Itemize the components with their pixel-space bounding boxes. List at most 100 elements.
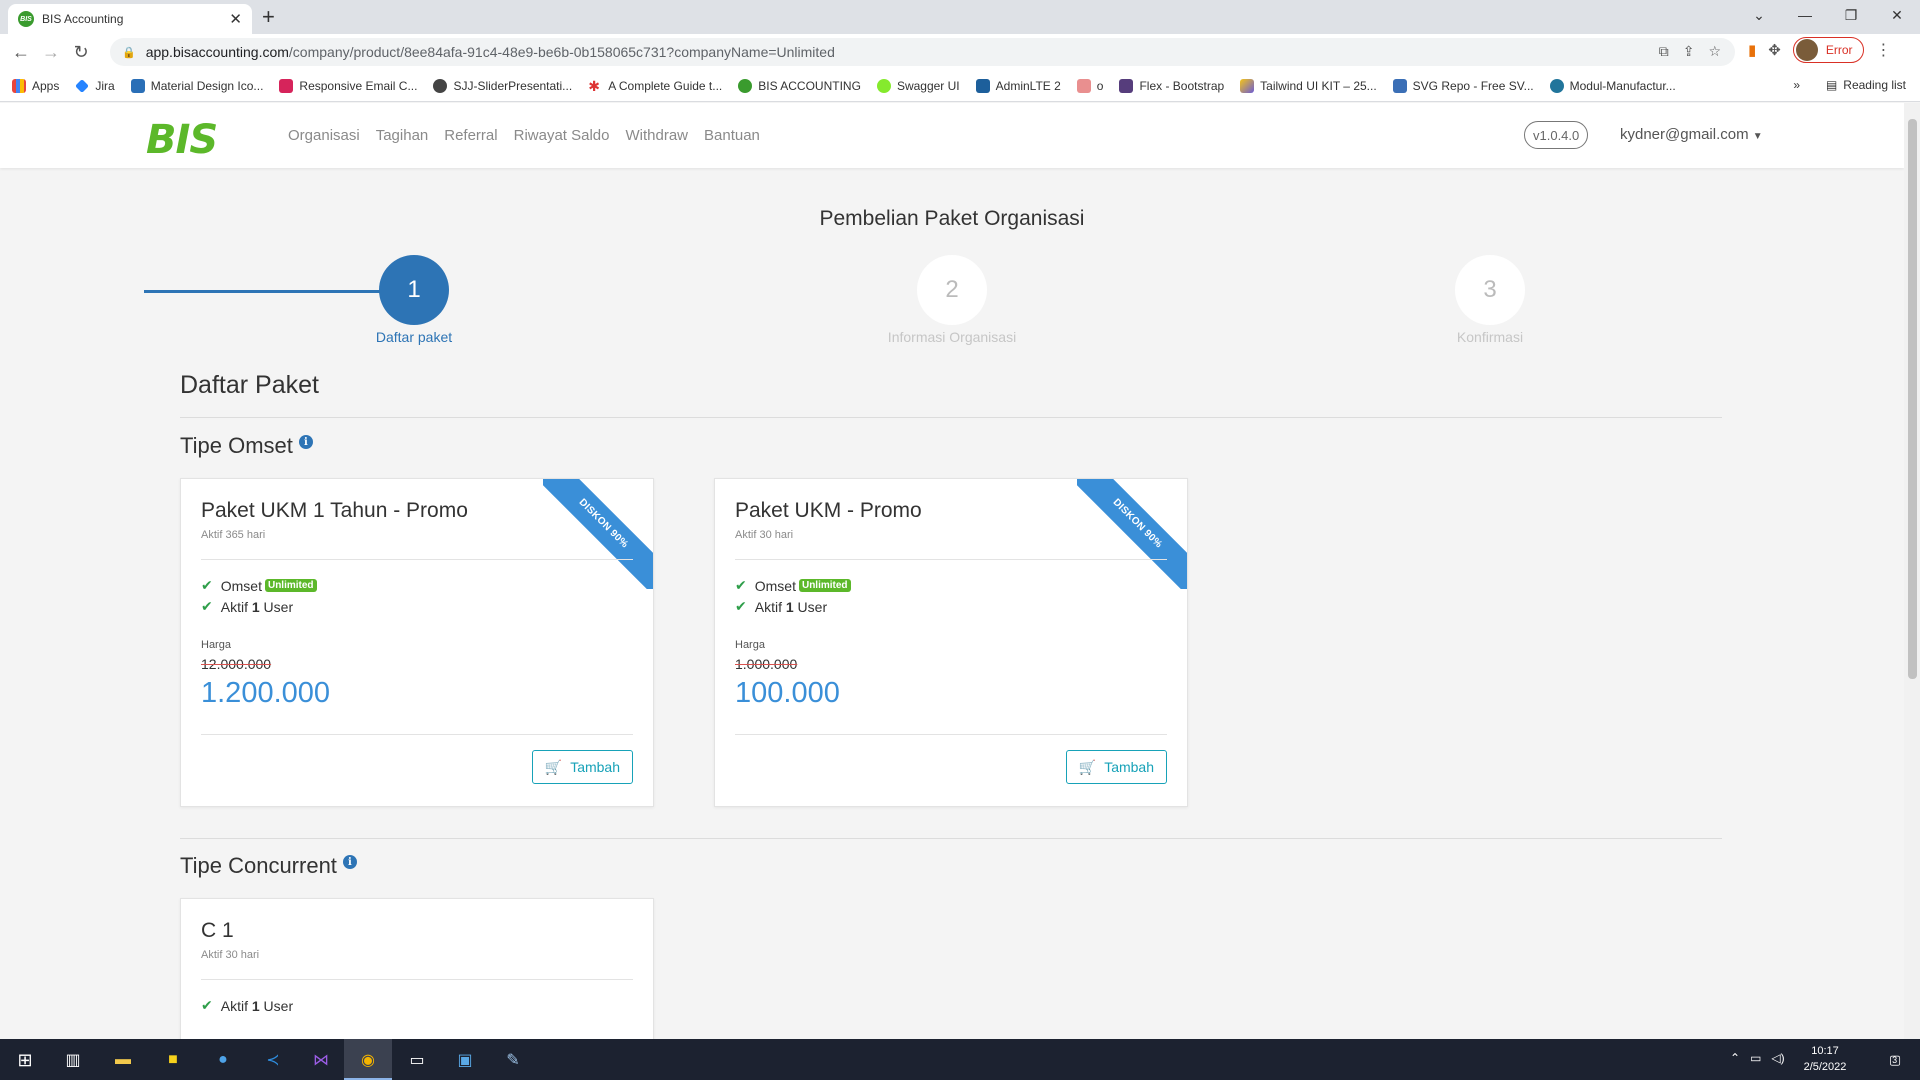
notification-center-icon[interactable]: ▢ 3	[1880, 1047, 1906, 1073]
section-title: Daftar Paket	[180, 371, 319, 399]
visual-studio-icon[interactable]: ⋈	[308, 1047, 334, 1073]
more-menu-icon[interactable]: ⋮	[1876, 40, 1892, 60]
asterisk-icon: ✱	[588, 77, 600, 94]
tab-search-icon[interactable]: ⌄	[1736, 0, 1782, 30]
menu-tagihan[interactable]: Tagihan	[376, 127, 429, 144]
stepper: 1 Daftar paket 2 Informasi Organisasi 3 …	[144, 253, 1525, 345]
bookmark-slider[interactable]: SJJ-SliderPresentati...	[433, 78, 572, 93]
info-icon[interactable]: i	[298, 435, 313, 449]
omset-heading: Tipe Omset i	[180, 433, 313, 459]
caret-down-icon: ▼	[1752, 131, 1763, 142]
browser-tab[interactable]: BIS BIS Accounting ✕	[8, 4, 252, 34]
bookmark-swagger[interactable]: Swagger UI	[876, 78, 960, 93]
package-duration: Aktif 30 hari	[201, 949, 260, 961]
bis-logo[interactable]: BIS	[146, 117, 218, 163]
lock-icon[interactable]: 🔒	[122, 46, 136, 59]
network-icon[interactable]: ▭	[1750, 1051, 1761, 1065]
clock-date: 2/5/2022	[1803, 1061, 1847, 1073]
page-scrollbar[interactable]	[1904, 103, 1920, 1039]
menu-riwayat-saldo[interactable]: Riwayat Saldo	[514, 127, 610, 144]
feature-omset: ✔ Omset Unlimited	[735, 577, 851, 594]
check-icon: ✔	[735, 598, 747, 614]
info-icon[interactable]: i	[342, 855, 357, 869]
bookmark-material-design[interactable]: Material Design Ico...	[130, 78, 263, 93]
feature-user: ✔ Aktif 1 User	[735, 598, 828, 615]
address-bar[interactable]: 🔒 app.bisaccounting.com/company/product/…	[110, 38, 1735, 66]
clock-time: 10:17	[1811, 1045, 1839, 1057]
step-1: 1 Daftar paket	[376, 255, 452, 345]
price-label: Harga	[735, 639, 765, 651]
package-duration: Aktif 30 hari	[735, 529, 794, 541]
package-card: DISKON 90% Paket UKM - Promo Aktif 30 ha…	[714, 478, 1188, 807]
package-name: Paket UKM - Promo	[735, 499, 922, 522]
reading-list-button[interactable]: ▤ Reading list	[1826, 78, 1906, 92]
share-icon[interactable]: ⇪	[1683, 43, 1695, 60]
bookmark-complete-guide[interactable]: ✱ A Complete Guide t...	[588, 79, 722, 93]
extensions-puzzle-icon[interactable]: ✥	[1768, 41, 1781, 59]
paint-icon[interactable]: ✎	[500, 1047, 526, 1073]
tailwind-icon	[1240, 78, 1255, 93]
open-in-app-icon[interactable]: ⧉	[1659, 43, 1669, 60]
add-button[interactable]: 🛒 Tambah	[531, 750, 633, 784]
old-price: 12.000.000	[201, 656, 272, 672]
reload-icon[interactable]: ↻	[66, 37, 96, 67]
file-explorer-icon[interactable]: ▬	[110, 1047, 136, 1073]
section-divider	[180, 417, 1722, 418]
forward-icon[interactable]: →	[36, 37, 66, 67]
bootstrap-icon	[1119, 78, 1134, 93]
extension-icon[interactable]: ▮	[1748, 41, 1756, 59]
bookmark-jira[interactable]: Jira	[75, 79, 115, 93]
close-window-icon[interactable]: ✕	[1874, 0, 1920, 30]
sticky-notes-icon[interactable]: ■	[160, 1047, 186, 1073]
show-hidden-icons-icon[interactable]: ⌃	[1730, 1051, 1740, 1065]
step-1-circle: 1	[379, 255, 449, 325]
bis-icon	[738, 78, 753, 93]
main-menu: Organisasi Tagihan Referral Riwayat Sald…	[288, 127, 760, 144]
close-tab-icon[interactable]: ✕	[229, 10, 242, 28]
check-icon: ✔	[201, 577, 213, 593]
bookmark-flex-bootstrap[interactable]: Flex - Bootstrap	[1119, 78, 1224, 93]
more-bookmarks-icon[interactable]: »	[1793, 78, 1800, 92]
bookmark-bis-accounting[interactable]: BIS ACCOUNTING	[738, 78, 861, 93]
terminal-icon[interactable]: ▭	[404, 1047, 430, 1073]
laravel-icon	[1076, 78, 1091, 93]
adminlte-icon	[975, 78, 990, 93]
bookmark-o[interactable]: o	[1076, 78, 1103, 93]
material-design-icon	[130, 78, 145, 93]
bookmark-svg-repo[interactable]: SVG Repo - Free SV...	[1392, 78, 1534, 93]
volume-icon[interactable]: ◁)	[1771, 1051, 1784, 1065]
chrome-icon[interactable]: ◉	[355, 1047, 381, 1073]
cart-icon: 🛒	[544, 758, 563, 775]
bookmark-responsive-email[interactable]: Responsive Email C...	[279, 78, 417, 93]
svg-repo-icon	[1392, 78, 1407, 93]
scrollbar-thumb[interactable]	[1908, 119, 1917, 679]
app-icon[interactable]: ●	[210, 1047, 236, 1073]
discount-ribbon: DISKON 90%	[1077, 479, 1187, 589]
feature-user: ✔ Aktif 1 User	[201, 598, 294, 615]
remote-desktop-icon[interactable]: ▣	[452, 1047, 478, 1073]
bookmark-apps[interactable]: Apps	[12, 78, 59, 93]
vscode-icon[interactable]: ≺	[260, 1047, 286, 1073]
wordpress-icon	[1549, 78, 1564, 93]
new-tab-icon[interactable]: +	[262, 5, 275, 29]
avatar	[1795, 39, 1818, 61]
add-button[interactable]: 🛒 Tambah	[1065, 750, 1167, 784]
step-2-circle: 2	[917, 255, 987, 325]
user-menu[interactable]: kydner@gmail.com ▼	[1620, 126, 1763, 143]
menu-referral[interactable]: Referral	[444, 127, 497, 144]
back-icon[interactable]: ←	[6, 37, 36, 67]
menu-withdraw[interactable]: Withdraw	[626, 127, 689, 144]
profile-button[interactable]: Error	[1792, 37, 1864, 63]
bookmark-star-icon[interactable]: ☆	[1708, 43, 1721, 60]
task-view-icon[interactable]: ▥	[60, 1047, 86, 1073]
menu-bantuan[interactable]: Bantuan	[704, 127, 760, 144]
menu-organisasi[interactable]: Organisasi	[288, 127, 360, 144]
bookmark-modul-manufaktur[interactable]: Modul-Manufactur...	[1549, 78, 1676, 93]
windows-start-icon[interactable]: ⊞	[12, 1047, 38, 1073]
minimize-icon[interactable]: —	[1782, 0, 1828, 30]
clock[interactable]: 10:17 2/5/2022	[1790, 1043, 1860, 1075]
restore-icon[interactable]: ❐	[1828, 0, 1874, 30]
bookmark-tailwind[interactable]: Tailwind UI KIT – 25...	[1240, 78, 1377, 93]
bookmark-adminlte[interactable]: AdminLTE 2	[975, 78, 1061, 93]
step-2-label: Informasi Organisasi	[887, 329, 1017, 345]
